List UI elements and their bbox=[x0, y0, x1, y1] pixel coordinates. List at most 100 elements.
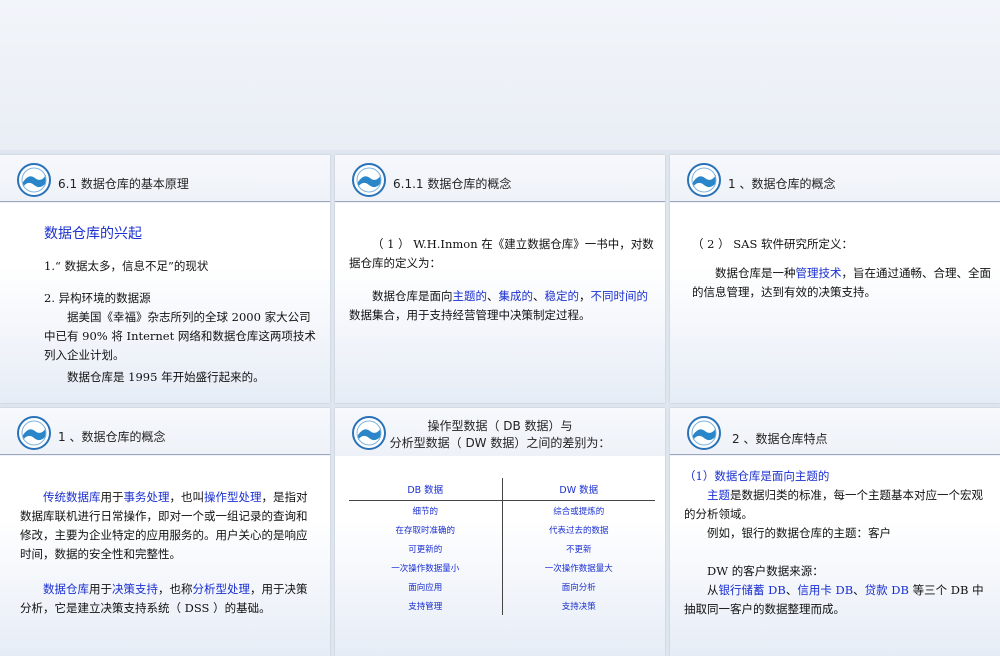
slide-body: 传统数据库用于事务处理，也叫操作型处理，是指对数据库联机进行日常操作，即对一个或… bbox=[20, 488, 318, 618]
list-item: 2. 异构环境的数据源 bbox=[44, 291, 151, 305]
table-cell: 细节的 bbox=[349, 500, 503, 520]
table-row: 一次操作数据量小 一次操作数据量大 bbox=[349, 558, 655, 577]
paragraph: 从银行储蓄 DB、信用卡 DB、贷款 DB 等三个 DB 中抽取同一客户的数据整… bbox=[684, 581, 992, 619]
slide-title-line-2: 分析型数据（ DW 数据）之间的差别为： bbox=[389, 436, 611, 450]
slide-title: 1 、数据仓库的概念 bbox=[728, 177, 836, 191]
keyword-integrated: 集成的 bbox=[498, 289, 534, 303]
table-cell: 可更新的 bbox=[349, 539, 503, 558]
table-row: 面向应用 面向分析 bbox=[349, 577, 655, 596]
slide-header: 1 、数据仓库的概念 bbox=[670, 155, 1000, 203]
table-cell: 代表过去的数据 bbox=[548, 525, 609, 536]
slide-1[interactable]: 6.1 数据仓库的基本原理 数据仓库的兴起 1.“ 数据太多，信息不足”的现状 … bbox=[0, 155, 330, 403]
text: ，也叫 bbox=[169, 490, 205, 504]
keyword-transaction-processing: 事务处理 bbox=[123, 490, 170, 504]
slide-paragraph-2: 数据仓库是 1995 年开始盛行起来的。 bbox=[44, 368, 318, 387]
keyword-stable: 稳定的 bbox=[544, 289, 580, 303]
separator: 、 bbox=[785, 583, 798, 597]
table-cell: 一次操作数据量小 bbox=[349, 558, 503, 577]
definition-text: 数据仓库是面向 bbox=[372, 289, 453, 303]
separator: ， bbox=[579, 289, 591, 303]
table-cell: 面向分析 bbox=[561, 582, 596, 593]
definition-text: 数据集合，用于支持经营管理中决策制定过程。 bbox=[349, 308, 591, 322]
keyword-analytical-processing: 分析型处理 bbox=[192, 582, 251, 596]
slide-title-line-1: 操作型数据（ DB 数据）与 bbox=[427, 419, 573, 433]
keyword-operational-processing: 操作型处理 bbox=[204, 490, 262, 504]
section-heading: （1）数据仓库是面向主题的 bbox=[684, 469, 830, 483]
paragraph: （ 1 ） W.H.Inmon 在《建立数据仓库》一书中，对数据仓库的定义为： bbox=[349, 237, 654, 270]
table-cell: 一次操作数据量大 bbox=[544, 563, 613, 574]
keyword-savings-db: 银行储蓄 DB bbox=[718, 583, 786, 597]
paragraph: 数据仓库用于决策支持，也称分析型处理，用于决策分析，它是建立决策支持系统（ DS… bbox=[20, 580, 318, 618]
slide-title: 6.1.1 数据仓库的概念 bbox=[393, 177, 512, 191]
text: ，也称 bbox=[158, 582, 193, 596]
slide-3[interactable]: 1 、数据仓库的概念 （ 2 ） SAS 软件研究所定义： 数据仓库是一种管理技… bbox=[670, 155, 1000, 403]
university-logo-icon bbox=[17, 163, 51, 197]
slide-header: 2 、数据仓库特点 bbox=[670, 408, 1000, 456]
table-row: 细节的 综合或提炼的 bbox=[349, 500, 655, 520]
slide-title: 1 、数据仓库的概念 bbox=[58, 430, 166, 444]
keyword-traditional-database: 传统数据库 bbox=[43, 490, 101, 504]
definition-paragraph: 数据仓库是一种管理技术，旨在通过通畅、合理、全面的信息管理，达到有效的决策支持。 bbox=[692, 264, 994, 302]
top-blank-area bbox=[0, 0, 1000, 150]
keyword-data-warehouse: 数据仓库 bbox=[43, 582, 89, 596]
column-header-db: DB 数据 bbox=[349, 478, 503, 501]
header-divider bbox=[670, 201, 1000, 202]
slide-header: 操作型数据（ DB 数据）与 分析型数据（ DW 数据）之间的差别为： bbox=[335, 408, 665, 456]
keyword-management-technology: 管理技术 bbox=[795, 266, 842, 280]
text: 从 bbox=[707, 583, 719, 597]
university-logo-icon bbox=[352, 163, 386, 197]
slide-title: 6.1 数据仓库的基本原理 bbox=[58, 177, 189, 191]
slide-body: （ 1 ） W.H.Inmon 在《建立数据仓库》一书中，对数据仓库的定义为： … bbox=[349, 235, 657, 325]
slide-2[interactable]: 6.1.1 数据仓库的概念 （ 1 ） W.H.Inmon 在《建立数据仓库》一… bbox=[335, 155, 665, 403]
table-cell: 支持决策 bbox=[561, 601, 596, 612]
list-item: 1.“ 数据太多，信息不足”的现状 bbox=[44, 259, 209, 273]
keyword-credit-card-db: 信用卡 DB bbox=[797, 583, 854, 597]
paragraph: （ 2 ） SAS 软件研究所定义： bbox=[692, 237, 853, 251]
text: 用于 bbox=[100, 490, 124, 504]
paragraph: 主题是数据归类的标准，每一个主题基本对应一个宏观的分析领域。 bbox=[684, 486, 992, 524]
keyword-subject: 主题的 bbox=[452, 289, 488, 303]
slide-paragraph: 2. 异构环境的数据源 据美国《幸福》杂志所列的全球 2000 家大公司中已有 … bbox=[44, 289, 316, 365]
text: 用于 bbox=[89, 582, 112, 596]
slide-body: （1）数据仓库是面向主题的 主题是数据归类的标准，每一个主题基本对应一个宏观的分… bbox=[684, 467, 992, 619]
slide-header: 6.1 数据仓库的基本原理 bbox=[0, 155, 330, 203]
definition-text: 数据仓库是一种 bbox=[715, 266, 796, 280]
column-header-dw: DW 数据 bbox=[502, 478, 655, 501]
table-cell: 支持管理 bbox=[349, 596, 503, 615]
keyword-loan-db: 贷款 DB bbox=[864, 583, 909, 597]
slide-5[interactable]: 操作型数据（ DB 数据）与 分析型数据（ DW 数据）之间的差别为： DB 数… bbox=[335, 408, 665, 656]
university-logo-icon bbox=[17, 416, 51, 450]
university-logo-icon bbox=[687, 163, 721, 197]
paragraph: 据美国《幸福》杂志所列的全球 2000 家大公司中已有 90% 将 Intern… bbox=[44, 310, 316, 362]
slide-list: 1.“ 数据太多，信息不足”的现状 bbox=[44, 257, 318, 276]
slide-header: 6.1.1 数据仓库的概念 bbox=[335, 155, 665, 203]
table-cell: 在存取时准确的 bbox=[349, 520, 503, 539]
keyword-time-variant: 不同时间的 bbox=[590, 289, 649, 303]
table-row: 可更新的 不更新 bbox=[349, 539, 655, 558]
paragraph: 例如，银行的数据仓库的主题：客户 bbox=[707, 526, 891, 540]
slide-body: 数据仓库的兴起 bbox=[44, 225, 318, 244]
table-row: 支持管理 支持决策 bbox=[349, 596, 655, 615]
paragraph: 传统数据库用于事务处理，也叫操作型处理，是指对数据库联机进行日常操作，即对一个或… bbox=[20, 488, 318, 564]
definition-paragraph: 数据仓库是面向主题的、集成的、稳定的，不同时间的数据集合，用于支持经营管理中决策… bbox=[349, 287, 657, 325]
slide-6[interactable]: 2 、数据仓库特点 （1）数据仓库是面向主题的 主题是数据归类的标准，每一个主题… bbox=[670, 408, 1000, 656]
slide-header: 1 、数据仓库的概念 bbox=[0, 408, 330, 456]
separator: 、 bbox=[487, 289, 499, 303]
header-divider bbox=[0, 201, 330, 202]
slide-body: （ 2 ） SAS 软件研究所定义： 数据仓库是一种管理技术，旨在通过通畅、合理… bbox=[692, 235, 994, 302]
slide-heading: 数据仓库的兴起 bbox=[44, 226, 142, 242]
separator: 、 bbox=[853, 583, 865, 597]
slide-4[interactable]: 1 、数据仓库的概念 传统数据库用于事务处理，也叫操作型处理，是指对数据库联机进… bbox=[0, 408, 330, 656]
header-divider bbox=[335, 201, 665, 202]
header-divider bbox=[0, 454, 330, 455]
table-header-row: DB 数据 DW 数据 bbox=[349, 478, 655, 501]
keyword-subject: 主题 bbox=[707, 488, 730, 502]
table-cell: 面向应用 bbox=[349, 577, 503, 596]
header-divider bbox=[670, 454, 1000, 455]
separator: 、 bbox=[533, 289, 545, 303]
table-cell: 不更新 bbox=[565, 544, 592, 555]
table-row: 在存取时准确的 代表过去的数据 bbox=[349, 520, 655, 539]
paragraph: 数据仓库是 1995 年开始盛行起来的。 bbox=[67, 370, 265, 384]
comparison-table: DB 数据 DW 数据 细节的 综合或提炼的 在存取时准确的 代表过去的数据 可更新… bbox=[349, 478, 655, 615]
slide-title: 2 、数据仓库特点 bbox=[732, 432, 828, 446]
